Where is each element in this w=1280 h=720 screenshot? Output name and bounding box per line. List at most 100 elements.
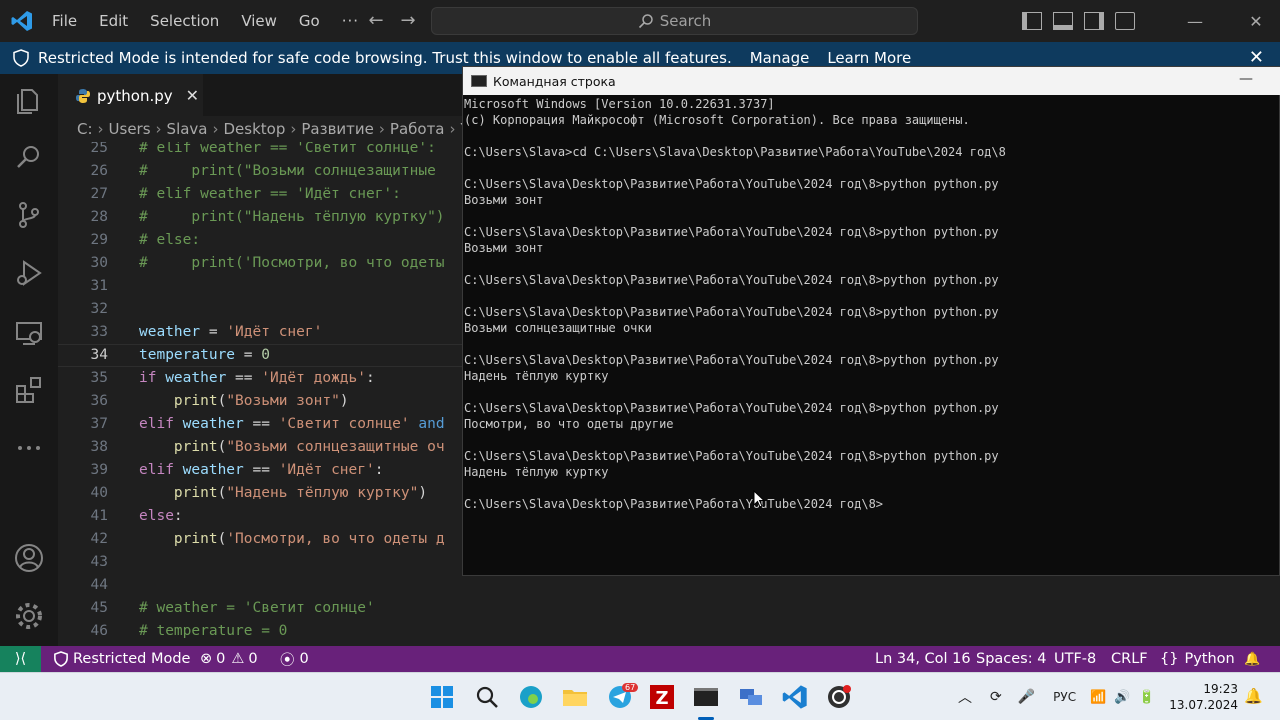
remote-explorer-icon[interactable] — [13, 317, 45, 349]
code-line[interactable]: 29 # else: — [58, 229, 462, 252]
language-indicator[interactable]: РУС — [1053, 690, 1076, 704]
cursor-position[interactable]: Ln 34, Col 16 — [875, 646, 971, 672]
code-line[interactable]: 38 print("Возьми солнцезащитные оч — [58, 436, 462, 459]
tab-close-icon[interactable]: ✕ — [186, 86, 199, 105]
chevron-right-icon: › — [97, 120, 104, 138]
restricted-mode-status[interactable]: Restricted Mode — [54, 646, 190, 672]
code-line[interactable]: 39 elif weather == 'Идёт снег': — [58, 459, 462, 482]
learn-more-link[interactable]: Learn More — [827, 49, 911, 67]
menu-selection[interactable]: Selection — [150, 12, 219, 30]
command-prompt-taskbar-icon[interactable] — [692, 683, 720, 711]
toggle-primary-sidebar-icon[interactable] — [1022, 12, 1042, 30]
vscode-taskbar-icon[interactable] — [781, 683, 809, 711]
microphone-icon[interactable]: 🎤 — [1018, 689, 1035, 705]
code-token: elif — [139, 416, 183, 432]
code-text: # weather = 'Светит солнце' — [139, 597, 375, 620]
problems-status[interactable]: ⊗ 0 ⚠ 0 — [200, 646, 258, 672]
code-line[interactable]: 31 — [58, 275, 462, 298]
code-line[interactable]: 28 # print("Надень тёплую куртку") — [58, 206, 462, 229]
terminal-output[interactable]: Microsoft Windows [Version 10.0.22631.37… — [463, 96, 1280, 576]
remote-indicator-icon[interactable]: ⟩⟨ — [0, 646, 41, 672]
accounts-icon[interactable] — [13, 542, 45, 574]
obs-studio-icon[interactable] — [825, 683, 853, 711]
code-line[interactable]: 42 print('Посмотри, во что одеты д — [58, 528, 462, 551]
error-icon: ⊗ — [200, 651, 213, 667]
code-line[interactable]: 40 print("Надень тёплую куртку") — [58, 482, 462, 505]
command-center-search[interactable]: Search — [431, 7, 918, 35]
code-line[interactable]: 41 else: — [58, 505, 462, 528]
close-button[interactable]: ✕ — [1233, 0, 1279, 42]
menu-edit[interactable]: Edit — [99, 12, 128, 30]
toggle-panel-icon[interactable] — [1053, 12, 1073, 30]
back-arrow-icon[interactable]: ← — [364, 10, 388, 32]
terminal-title-bar[interactable]: Командная строка — — [463, 67, 1280, 95]
ports-status[interactable]: ⦿ 0 — [280, 646, 309, 672]
encoding-status[interactable]: UTF-8 — [1054, 646, 1096, 672]
code-text: print('Посмотри, во что одеты д — [139, 528, 445, 551]
code-token: print — [173, 485, 218, 501]
search-sidebar-icon[interactable] — [13, 141, 45, 173]
forward-arrow-icon[interactable]: → — [396, 10, 420, 32]
menu-more[interactable]: ··· — [342, 12, 359, 30]
extensions-icon[interactable] — [13, 374, 45, 406]
breadcrumb-item[interactable]: Работа — [390, 120, 445, 138]
customize-layout-icon[interactable] — [1115, 12, 1135, 30]
code-line[interactable]: 44 — [58, 574, 462, 597]
code-line[interactable]: 25 # elif weather == 'Светит солнце': — [58, 142, 462, 160]
edge-browser-icon[interactable] — [517, 683, 545, 711]
code-token: # print("Надень тёплую куртку") — [139, 209, 445, 225]
taskbar-search-icon[interactable] — [473, 683, 501, 711]
toggle-secondary-sidebar-icon[interactable] — [1084, 12, 1104, 30]
filezilla-icon[interactable]: Z — [648, 683, 676, 711]
code-line[interactable]: 33 weather = 'Идёт снег' — [58, 321, 462, 344]
language-status[interactable]: {} Python — [1160, 646, 1235, 672]
code-line[interactable]: 35 if weather == 'Идёт дождь': — [58, 367, 462, 390]
breadcrumb-item[interactable]: Desktop — [224, 120, 286, 138]
chevron-up-icon[interactable]: ︿ — [958, 687, 972, 707]
notification-bell-icon[interactable]: 🔔 — [1244, 687, 1263, 705]
terminal-minimize-button[interactable]: — — [1239, 71, 1253, 87]
menu-view[interactable]: View — [241, 12, 277, 30]
remote-desktop-icon[interactable] — [737, 683, 765, 711]
code-line[interactable]: 46 # temperature = 0 — [58, 620, 462, 643]
source-control-icon[interactable] — [13, 199, 45, 231]
taskbar-clock[interactable]: 19:23 13.07.2024 — [1169, 681, 1238, 713]
run-and-debug-icon[interactable] — [13, 257, 45, 289]
windows-start-icon[interactable] — [428, 683, 456, 711]
code-text: elif weather == 'Светит солнце' and — [139, 413, 445, 436]
code-line[interactable]: 37 elif weather == 'Светит солнце' and — [58, 413, 462, 436]
code-line[interactable]: 26 # print("Возьми солнцезащитные — [58, 160, 462, 183]
broadcast-icon: ⦿ — [280, 652, 295, 669]
explorer-icon[interactable] — [13, 84, 45, 116]
chevron-right-icon: › — [212, 120, 219, 138]
code-line[interactable]: 34 temperature = 0 — [58, 344, 462, 367]
code-line[interactable]: 30 # print('Посмотри, во что одеты — [58, 252, 462, 275]
battery-icon[interactable]: 🔋 — [1138, 690, 1154, 705]
code-line[interactable]: 27 # elif weather == 'Идёт снег': — [58, 183, 462, 206]
eol-status[interactable]: CRLF — [1111, 646, 1148, 672]
wifi-icon[interactable]: 📶 — [1090, 690, 1106, 705]
banner-close-icon[interactable]: ✕ — [1249, 47, 1264, 68]
volume-icon[interactable]: 🔊 — [1114, 690, 1130, 705]
manage-gear-icon[interactable] — [13, 600, 45, 632]
breadcrumb-item[interactable]: Развитие — [301, 120, 374, 138]
breadcrumb-item[interactable]: Slava — [167, 120, 208, 138]
breadcrumb-item[interactable]: Users — [109, 120, 151, 138]
minimize-button[interactable]: — — [1172, 0, 1218, 42]
menu-go[interactable]: Go — [299, 12, 320, 30]
code-line[interactable]: 36 print("Возьми зонт") — [58, 390, 462, 413]
indentation-status[interactable]: Spaces: 4 — [976, 646, 1046, 672]
vscode-logo-icon[interactable] — [10, 9, 34, 33]
tab-python-py[interactable]: python.py ✕ — [58, 74, 203, 116]
manage-link[interactable]: Manage — [750, 49, 810, 67]
menu-file[interactable]: File — [52, 12, 77, 30]
notifications-bell-icon[interactable]: 🔔 — [1244, 646, 1260, 672]
code-line[interactable]: 32 — [58, 298, 462, 321]
code-line[interactable]: 43 — [58, 551, 462, 574]
file-explorer-icon[interactable] — [561, 683, 589, 711]
sync-icon[interactable]: ⟳ — [990, 689, 1002, 705]
code-editor[interactable]: 25 # elif weather == 'Светит солнце': 26 # … — [58, 142, 462, 646]
code-line[interactable]: 45 # weather = 'Светит солнце' — [58, 597, 462, 620]
more-views-icon[interactable] — [13, 432, 45, 464]
breadcrumb-item[interactable]: C: — [77, 120, 93, 138]
